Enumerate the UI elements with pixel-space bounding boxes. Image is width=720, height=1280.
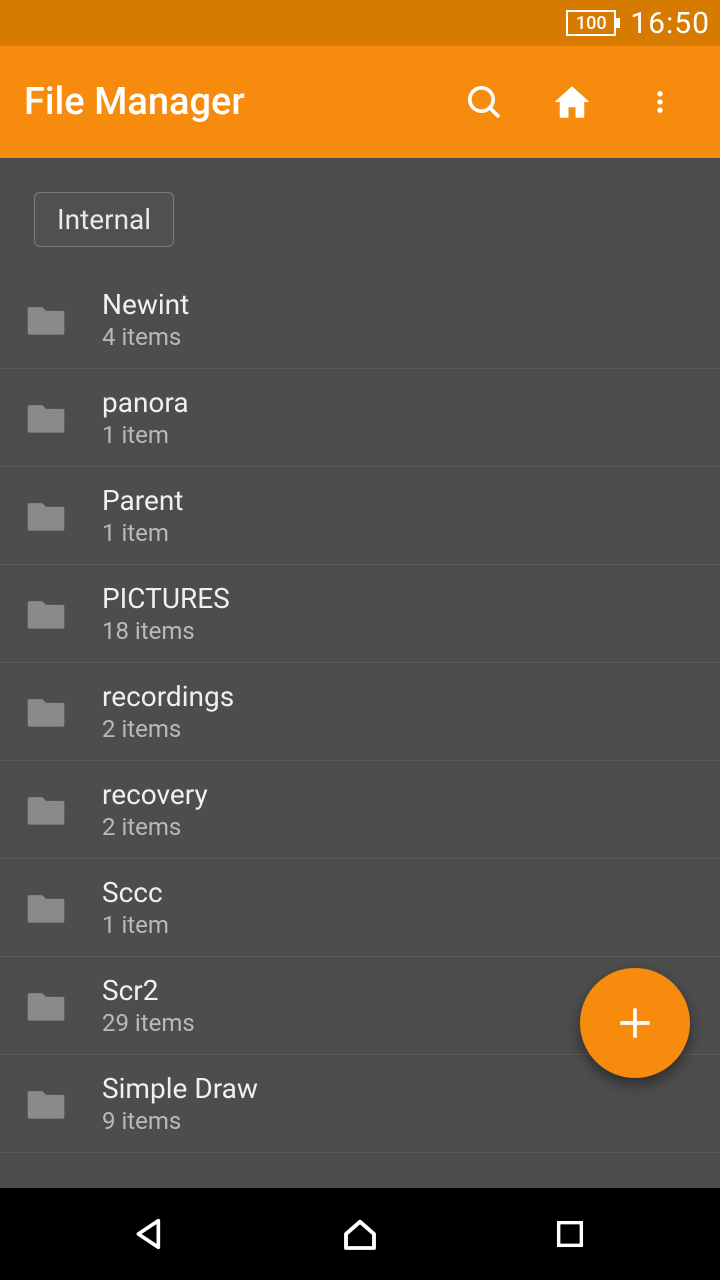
folder-name: panora xyxy=(102,386,189,420)
folder-name: recovery xyxy=(102,778,208,812)
add-button[interactable] xyxy=(580,968,690,1078)
folder-icon xyxy=(18,690,74,734)
plus-icon xyxy=(613,1001,657,1045)
search-icon xyxy=(464,82,504,122)
status-bar: 100 16:50 xyxy=(0,0,720,46)
folder-name: Simple Draw xyxy=(102,1072,258,1106)
folder-name: Sccc xyxy=(102,876,169,910)
battery-level: 100 xyxy=(566,10,616,36)
folder-name: Newint xyxy=(102,288,189,322)
folder-icon xyxy=(18,984,74,1028)
app-title: File Manager xyxy=(24,80,432,124)
folder-icon xyxy=(18,788,74,832)
home-button[interactable] xyxy=(536,66,608,138)
back-button[interactable] xyxy=(90,1204,210,1264)
list-item[interactable]: Parent1 item xyxy=(0,467,720,565)
folder-item-count: 1 item xyxy=(102,421,189,449)
home-nav-button[interactable] xyxy=(300,1204,420,1264)
folder-icon xyxy=(18,592,74,636)
folder-item-count: 9 items xyxy=(102,1107,258,1135)
search-button[interactable] xyxy=(448,66,520,138)
folder-icon xyxy=(18,1082,74,1126)
system-nav-bar xyxy=(0,1188,720,1280)
folder-item-count: 18 items xyxy=(102,617,230,645)
app-bar: File Manager xyxy=(0,46,720,158)
folder-item-count: 4 items xyxy=(102,323,189,351)
clock: 16:50 xyxy=(630,6,710,41)
folder-item-count: 1 item xyxy=(102,911,169,939)
recents-button[interactable] xyxy=(510,1204,630,1264)
home-icon xyxy=(551,81,593,123)
more-vert-icon xyxy=(646,82,674,122)
square-icon xyxy=(553,1217,587,1251)
list-item[interactable]: recordings2 items xyxy=(0,663,720,761)
list-item[interactable]: Newint4 items xyxy=(0,271,720,369)
list-item[interactable]: recovery2 items xyxy=(0,761,720,859)
folder-name: PICTURES xyxy=(102,582,230,616)
folder-item-count: 29 items xyxy=(102,1009,195,1037)
folder-name: recordings xyxy=(102,680,234,714)
folder-icon xyxy=(18,396,74,440)
list-item[interactable]: Sccc1 item xyxy=(0,859,720,957)
folder-item-count: 1 item xyxy=(102,519,183,547)
overflow-menu-button[interactable] xyxy=(624,66,696,138)
content-area: Internal Newint4 itemspanora1 itemParent… xyxy=(0,158,720,1188)
folder-icon xyxy=(18,298,74,342)
folder-icon xyxy=(18,494,74,538)
list-item[interactable]: PICTURES18 items xyxy=(0,565,720,663)
home-outline-icon xyxy=(339,1213,381,1255)
folder-item-count: 2 items xyxy=(102,813,208,841)
back-icon xyxy=(130,1214,170,1254)
folder-item-count: 2 items xyxy=(102,715,234,743)
breadcrumb-root[interactable]: Internal xyxy=(34,192,174,247)
battery-indicator: 100 xyxy=(566,10,616,36)
folder-name: Scr2 xyxy=(102,974,195,1008)
breadcrumb: Internal xyxy=(34,192,720,247)
folder-name: Parent xyxy=(102,484,183,518)
folder-icon xyxy=(18,886,74,930)
list-item[interactable]: panora1 item xyxy=(0,369,720,467)
